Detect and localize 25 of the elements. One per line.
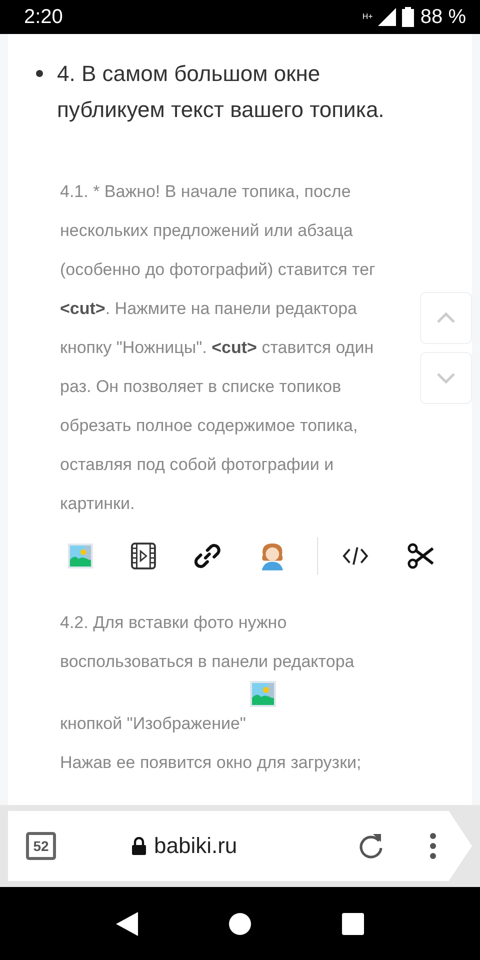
paragraph: Нажав ее появится окно для загрузки; bbox=[60, 752, 362, 774]
code-icon[interactable] bbox=[342, 545, 370, 567]
link-icon[interactable] bbox=[194, 542, 221, 570]
image-icon[interactable] bbox=[68, 543, 93, 569]
lock-icon bbox=[132, 837, 146, 855]
menu-icon[interactable] bbox=[430, 833, 436, 859]
film-icon[interactable] bbox=[130, 542, 156, 570]
recents-icon[interactable] bbox=[342, 912, 364, 934]
home-icon[interactable] bbox=[228, 912, 251, 934]
tab-count[interactable]: 52 bbox=[26, 832, 56, 860]
battery-percentage: 88 % bbox=[420, 6, 466, 28]
reload-icon[interactable] bbox=[358, 832, 384, 860]
scissors-icon[interactable] bbox=[407, 543, 434, 569]
network-type: H+ bbox=[362, 13, 372, 21]
battery-icon bbox=[402, 7, 414, 27]
paragraph: 4.2. Для вставки фото нужно воспользоваться в панели редактора кнопкой "Изображение" bbox=[60, 612, 356, 735]
heading: 4. В самом большом окне публикуем текст вашего топика. bbox=[57, 60, 386, 124]
signal-icon bbox=[378, 8, 396, 26]
bullet bbox=[36, 70, 43, 77]
address-bar-url[interactable]: babiki.ru bbox=[154, 833, 238, 859]
chevron-down-icon bbox=[436, 372, 456, 384]
chevron-up-icon bbox=[436, 312, 456, 324]
clock: 2:20 bbox=[24, 6, 63, 28]
paragraph: 4.1. * Важно! В начале топика, после нескольких предложений или абзаца (особенно до фотографий) ставится тег <cut>. Нажмите на панели редактора кнопку "Ножницы". <cut> ставится один раз. Он позволяет в списке топиков обрезать полное содержимое топика, оставляя под собой фотографии и картинки. bbox=[60, 181, 376, 515]
back-icon[interactable] bbox=[116, 912, 138, 936]
